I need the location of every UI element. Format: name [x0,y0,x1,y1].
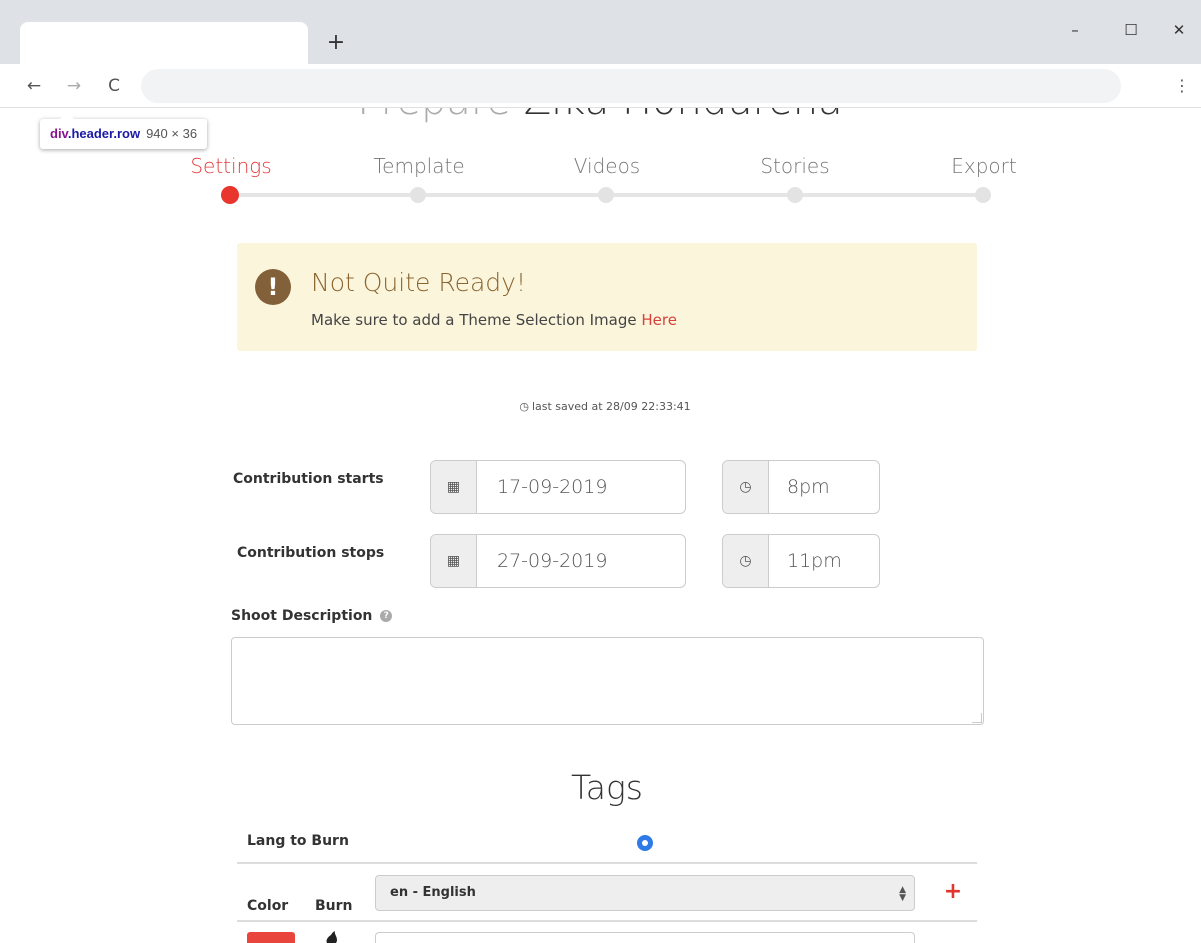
start-time-value[interactable]: 8pm [787,461,830,513]
contribution-starts-label: Contribution starts [233,471,384,487]
clock-icon[interactable]: ◷ [723,535,769,587]
browser-tab-bar: + – ☐ ✕ [0,0,1201,64]
burn-column-header: Burn [315,898,353,914]
alert-message: Make sure to add a Theme Selection Image… [311,311,677,329]
tag-name-input[interactable] [375,932,915,943]
tooltip-size: 940 × 36 [146,126,198,141]
alert-message-text: Make sure to add a Theme Selection Image [311,311,637,329]
page-title-project: Zika Hondureña [524,108,843,124]
add-language-button[interactable]: + [943,879,963,905]
address-bar[interactable] [141,69,1121,103]
table-divider [237,920,977,922]
calendar-icon[interactable]: ▦ [431,535,477,587]
step-wizard: Settings Template Videos Stories Export [0,152,1201,204]
browser-toolbar: ← → C ⋮ [0,64,1201,108]
tooltip-tag: div [50,126,68,141]
new-tab-button[interactable]: + [323,28,349,58]
start-date-value[interactable]: 17-09-2019 [497,461,607,513]
language-select-value: en - English [390,885,476,900]
browser-menu-icon[interactable]: ⋮ [1172,74,1192,98]
back-arrow-icon[interactable]: ← [22,74,46,98]
step-dot-export[interactable] [975,187,991,203]
calendar-icon[interactable]: ▦ [431,461,477,513]
forward-arrow-icon[interactable]: → [62,74,86,98]
step-export[interactable]: Export [904,152,1064,180]
stop-time-field[interactable]: ◷ 11pm [722,534,880,588]
devtools-element-tooltip: div.header.row 940 × 36 [40,112,208,149]
warning-alert: ! Not Quite Ready! Make sure to add a Th… [237,243,977,351]
step-videos[interactable]: Videos [527,152,687,180]
browser-tab[interactable] [20,22,308,64]
select-arrows-icon: ▲ ▼ [899,885,906,903]
start-date-field[interactable]: ▦ 17-09-2019 [430,460,686,514]
reload-icon[interactable]: C [102,74,126,98]
page-title-prefix: Prepare [357,108,511,124]
language-select[interactable]: en - English ▲ ▼ [375,875,915,911]
step-template[interactable]: Template [339,152,499,180]
question-circle-icon[interactable]: ? [380,610,393,622]
stop-time-value[interactable]: 11pm [787,535,842,587]
stop-date-value[interactable]: 27-09-2019 [497,535,607,587]
step-stories[interactable]: Stories [715,152,875,180]
step-dot-videos[interactable] [598,187,614,203]
tag-color-swatch[interactable] [247,932,295,943]
clock-icon[interactable]: ◷ [723,461,769,513]
close-icon[interactable]: ✕ [1167,18,1191,42]
maximize-icon[interactable]: ☐ [1119,18,1143,42]
page-title: Prepare Zika Hondureña [300,108,900,124]
table-divider [237,862,977,864]
shoot-description-label-text: Shoot Description [231,608,373,624]
shoot-description-textarea[interactable] [231,637,984,725]
flame-icon[interactable] [323,931,341,943]
alert-title: Not Quite Ready! [311,268,526,297]
step-settings[interactable]: Settings [151,152,311,180]
color-column-header: Color [247,898,289,914]
start-time-field[interactable]: ◷ 8pm [722,460,880,514]
page-viewport: Prepare Zika Hondureña Settings Template… [0,108,1201,943]
clock-icon: ◷ [519,400,529,413]
contribution-stops-label: Contribution stops [237,545,385,561]
tooltip-class: .header.row [67,126,141,141]
last-saved-text: last saved at 28/09 22:33:41 [531,400,691,413]
stop-date-field[interactable]: ▦ 27-09-2019 [430,534,686,588]
minimize-icon[interactable]: – [1063,18,1087,42]
theme-image-link[interactable]: Here [641,311,677,329]
resize-handle-icon[interactable] [972,713,982,723]
tags-heading: Tags [571,768,643,807]
step-dot-stories[interactable] [787,187,803,203]
exclamation-icon: ! [255,269,291,305]
lang-to-burn-label: Lang to Burn [247,833,349,849]
last-saved-status: ◷ last saved at 28/09 22:33:41 [400,400,810,413]
step-dot-template[interactable] [410,187,426,203]
lang-to-burn-radio[interactable] [637,835,653,851]
step-dot-settings[interactable] [221,186,239,204]
shoot-description-label: Shoot Description ? [231,608,393,624]
